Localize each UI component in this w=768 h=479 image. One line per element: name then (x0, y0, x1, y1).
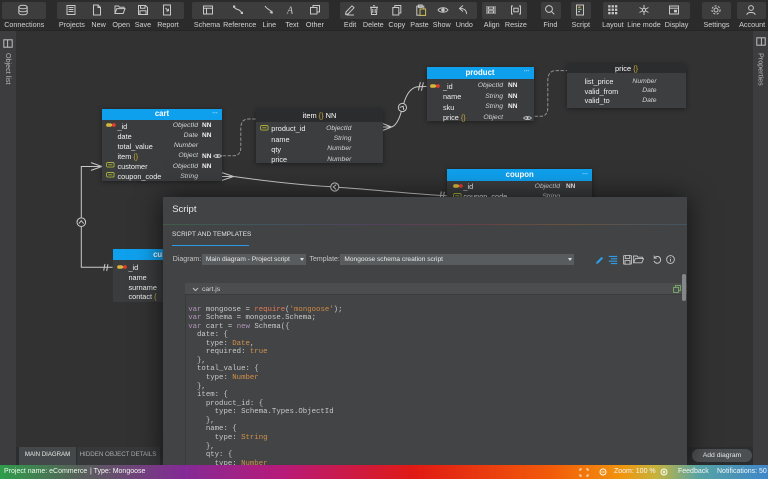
svg-text:A: A (286, 6, 294, 17)
